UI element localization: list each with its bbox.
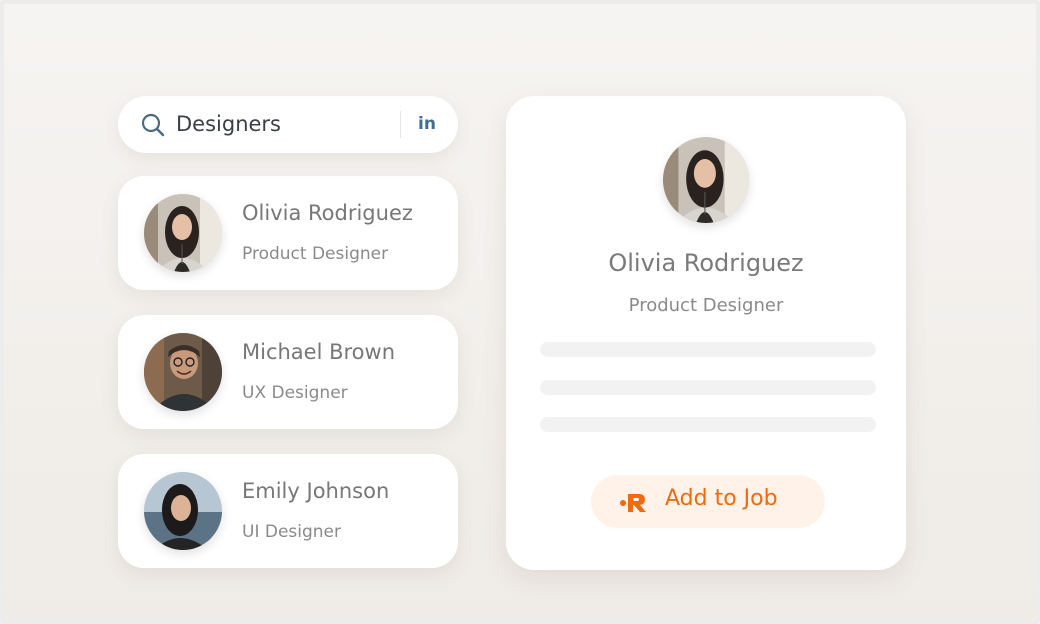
- placeholder-line: [540, 380, 876, 395]
- profile-name: Olivia Rodriguez: [608, 249, 804, 277]
- candidate-card[interactable]: Michael Brown UX Designer: [118, 315, 458, 429]
- search-divider: [400, 111, 401, 138]
- candidate-role: UX Designer: [242, 383, 348, 403]
- add-to-job-button[interactable]: Add to Job: [591, 475, 825, 528]
- woman-dark-hair-outdoor-avatar: [144, 472, 222, 550]
- candidate-name: Emily Johnson: [242, 479, 390, 503]
- candidate-name: Michael Brown: [242, 340, 396, 364]
- search-bar: in: [118, 96, 458, 153]
- profile-panel: Olivia Rodriguez Product Designer Add to…: [506, 96, 906, 570]
- search-icon: [141, 113, 165, 137]
- woman-long-dark-hair-avatar: [144, 194, 222, 272]
- man-glasses-smiling-avatar: [144, 333, 222, 411]
- candidate-role: Product Designer: [242, 244, 389, 264]
- woman-long-dark-hair-avatar: [663, 137, 749, 223]
- linkedin-icon[interactable]: in: [415, 110, 439, 138]
- candidate-role: UI Designer: [242, 522, 342, 542]
- candidate-name: Olivia Rodriguez: [242, 201, 413, 225]
- candidate-card[interactable]: Olivia Rodriguez Product Designer: [118, 176, 458, 290]
- app-frame: in Olivia Rodriguez Product Designer: [0, 0, 1040, 624]
- recruit-logo-icon: [620, 494, 646, 512]
- profile-role: Product Designer: [628, 295, 784, 316]
- candidate-card[interactable]: Emily Johnson UI Designer: [118, 454, 458, 568]
- search-input[interactable]: [176, 109, 386, 139]
- placeholder-line: [540, 342, 876, 357]
- add-to-job-label: Add to Job: [665, 486, 778, 511]
- placeholder-line: [540, 417, 876, 432]
